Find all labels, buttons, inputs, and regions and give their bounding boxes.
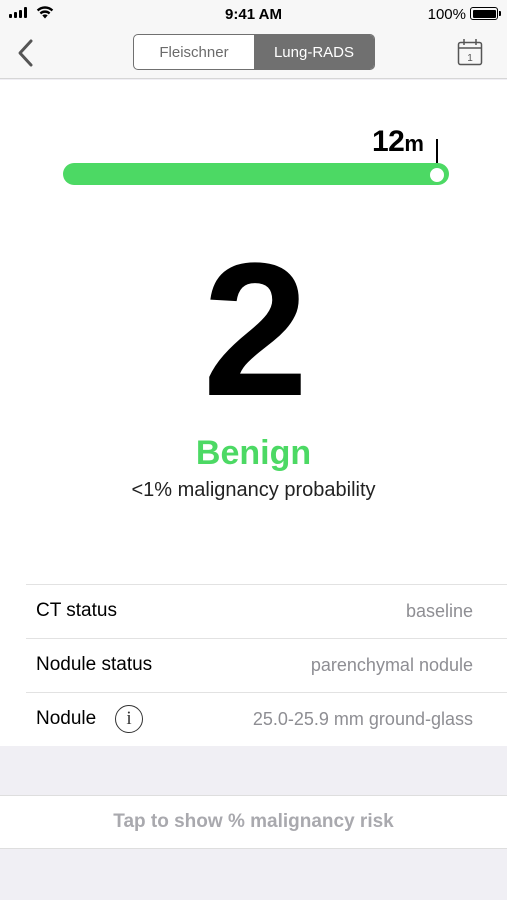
back-chevron-icon[interactable]: [14, 38, 38, 68]
result-panel: 12m 2 Benign <1% malignancy probability …: [0, 80, 507, 746]
info-icon[interactable]: i: [115, 705, 143, 733]
followup-slider-thumb[interactable]: [428, 166, 446, 184]
details-list: CT status baseline Nodule status parench…: [0, 584, 507, 746]
detail-value: baseline: [405, 601, 473, 621]
slider-marker: [436, 139, 438, 165]
followup-unit: m: [404, 131, 424, 156]
lung-rads-category: 2: [202, 224, 309, 436]
detail-label: Nodule status: [36, 654, 153, 675]
show-malignancy-risk-button[interactable]: Tap to show % malignancy risk: [0, 795, 507, 849]
navigation-bar: Fleischner Lung-RADS 1: [0, 28, 507, 79]
battery-icon: [470, 7, 501, 20]
detail-row-ct-status[interactable]: CT status baseline: [26, 584, 507, 638]
followup-slider-track[interactable]: [63, 163, 449, 185]
detail-label: Nodule: [36, 708, 97, 729]
followup-value: 12: [372, 125, 405, 158]
battery-percent: 100%: [427, 6, 466, 23]
segment-fleischner[interactable]: Fleischner: [134, 35, 254, 69]
detail-value: parenchymal nodule: [310, 655, 473, 675]
risk-label: Benign: [195, 434, 312, 472]
detail-label: CT status: [36, 600, 117, 621]
detail-row-nodule-status[interactable]: Nodule status parenchymal nodule: [26, 638, 507, 692]
detail-row-nodule[interactable]: Nodule i 25.0-25.9 mm ground-glass: [26, 692, 507, 746]
guideline-segmented-control: Fleischner Lung-RADS: [133, 34, 375, 70]
calendar-day: 1: [467, 53, 473, 64]
segment-lung-rads[interactable]: Lung-RADS: [254, 35, 374, 69]
followup-interval-label: 12m: [372, 125, 424, 159]
detail-value: 25.0-25.9 mm ground-glass: [252, 709, 473, 729]
calendar-icon[interactable]: 1: [457, 38, 483, 66]
malignancy-probability: <1% malignancy probability: [131, 479, 376, 501]
status-bar: 9:41 AM 100%: [0, 0, 507, 28]
